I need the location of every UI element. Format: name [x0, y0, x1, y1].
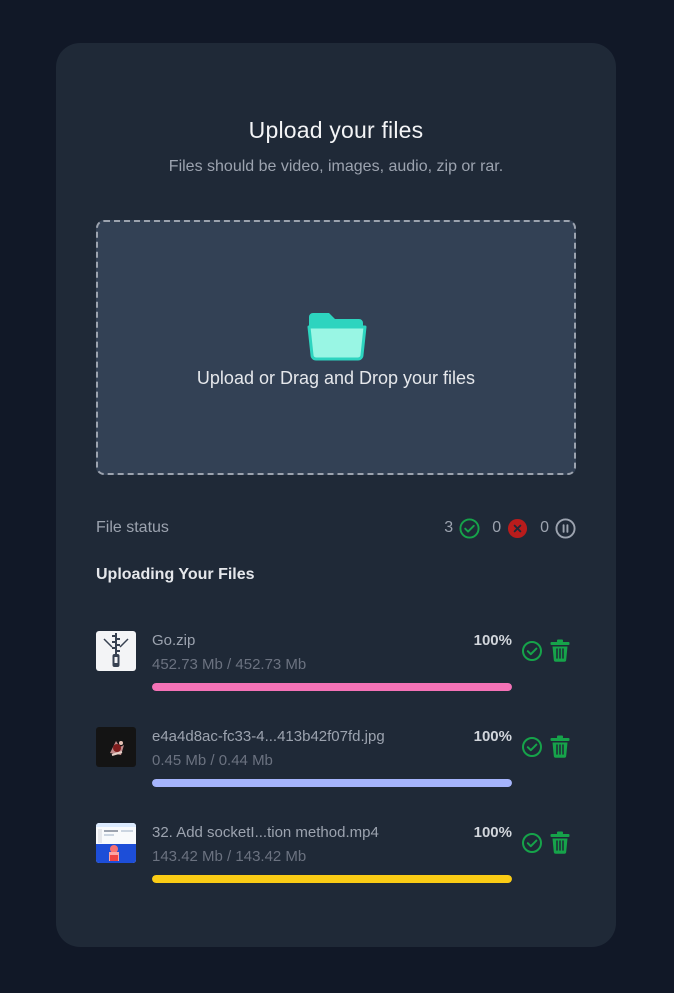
trash-icon[interactable]	[550, 735, 570, 758]
progress-bar	[152, 779, 512, 787]
check-circle-icon	[459, 517, 480, 539]
file-percent: 100%	[473, 632, 512, 649]
paused-count: 0	[540, 519, 549, 536]
file-size: 143.42 Mb / 143.42 Mb	[152, 848, 307, 865]
upload-item-jpg: e4a4d8ac-fc33-4...413b42f07fd.jpg 0.45 M…	[96, 727, 576, 789]
error-circle-icon	[508, 518, 528, 538]
progress-fill	[152, 683, 512, 691]
completed-count: 3	[444, 519, 454, 536]
uploading-section-title: Uploading Your Files	[96, 566, 255, 583]
progress-bar	[152, 875, 512, 883]
file-size: 0.45 Mb / 0.44 Mb	[152, 752, 273, 769]
dropzone-label: Upload or Drag and Drop your files	[196, 368, 476, 388]
paused-counter: 0	[540, 517, 576, 539]
trash-icon[interactable]	[550, 831, 570, 854]
status-counters: 3 0 0	[432, 517, 576, 539]
trash-icon[interactable]	[550, 639, 570, 662]
file-name: e4a4d8ac-fc33-4...413b42f07fd.jpg	[152, 728, 385, 745]
upload-card: Upload your files Files should be video,…	[56, 43, 616, 947]
pause-circle-icon	[555, 517, 576, 539]
check-circle-icon	[522, 737, 542, 757]
progress-fill	[152, 779, 512, 787]
zip-file-icon	[96, 631, 136, 671]
page-subtitle: Files should be video, images, audio, zi…	[168, 158, 504, 175]
completed-counter: 3	[444, 517, 480, 539]
file-percent: 100%	[473, 728, 512, 745]
video-thumbnail	[96, 823, 136, 863]
file-name: 32. Add socketI...tion method.mp4	[152, 824, 379, 841]
file-dropzone[interactable]: Upload or Drag and Drop your files	[96, 220, 576, 475]
upload-item-mp4: 32. Add socketI...tion method.mp4 143.42…	[96, 823, 576, 885]
file-name: Go.zip	[152, 632, 196, 649]
file-status-row: File status 3 0 0	[96, 517, 576, 539]
check-circle-icon	[522, 833, 542, 853]
folder-open-icon	[307, 313, 367, 361]
failed-counter: 0	[492, 518, 528, 539]
file-percent: 100%	[473, 824, 512, 841]
failed-count: 0	[492, 519, 502, 536]
page-title: Upload your files	[248, 117, 424, 143]
file-status-label: File status	[96, 519, 169, 536]
progress-fill	[152, 875, 512, 883]
check-circle-icon	[522, 641, 542, 661]
image-thumbnail	[96, 727, 136, 767]
file-size: 452.73 Mb / 452.73 Mb	[152, 656, 307, 673]
upload-item-zip: Go.zip 452.73 Mb / 452.73 Mb 100%	[96, 631, 576, 693]
progress-bar	[152, 683, 512, 691]
